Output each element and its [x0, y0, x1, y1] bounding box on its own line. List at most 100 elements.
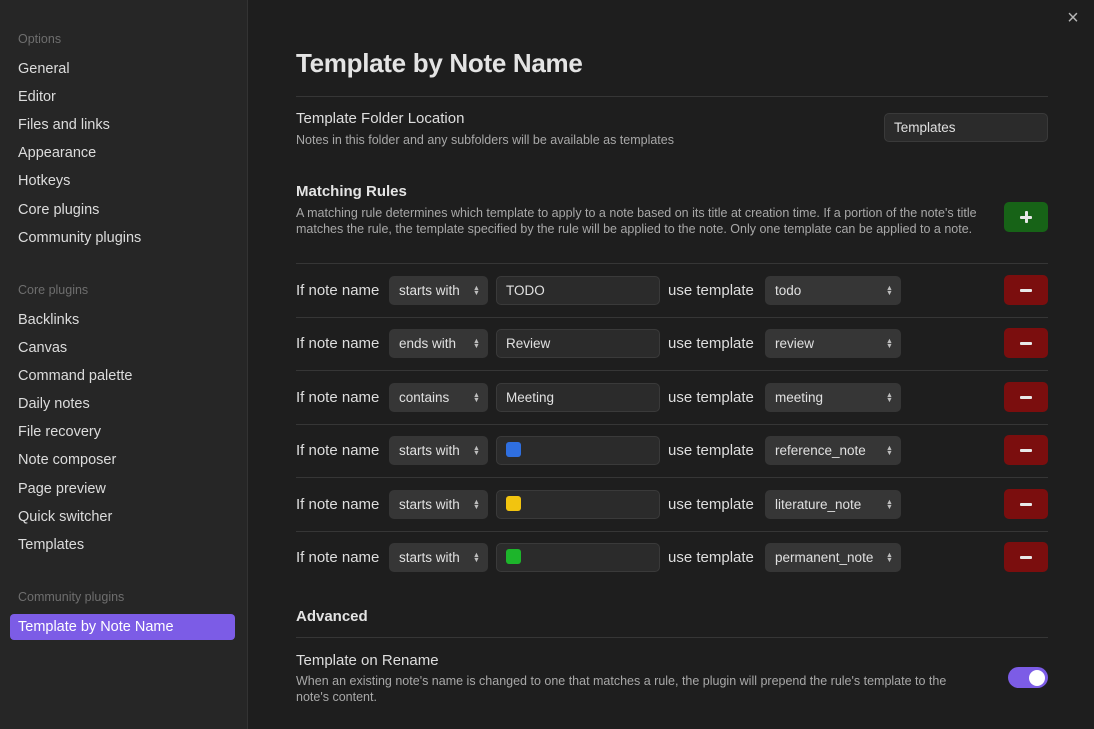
template-select[interactable]: todo ▲ ▼ — [765, 276, 901, 305]
rule-value-input[interactable] — [496, 543, 660, 572]
rule-value-input[interactable]: Review — [496, 329, 660, 358]
delete-rule-button[interactable] — [1004, 542, 1048, 572]
if-note-name-label: If note name — [296, 389, 380, 406]
template-select[interactable]: reference_note ▲ ▼ — [765, 436, 901, 465]
sidebar-section-options: Options — [18, 32, 62, 46]
rule-value-input[interactable] — [496, 436, 660, 465]
sidebar-item-templates[interactable]: Templates — [10, 532, 235, 558]
template-select[interactable]: meeting ▲ ▼ — [765, 383, 901, 412]
divider — [296, 424, 1048, 425]
divider — [296, 637, 1048, 638]
chevron-updown-icon: ▲ ▼ — [885, 390, 894, 404]
template-select[interactable]: review ▲ ▼ — [765, 329, 901, 358]
rule-value-input[interactable]: TODO — [496, 276, 660, 305]
rule-value-text: Meeting — [506, 390, 555, 405]
match-type-select[interactable]: starts with ▲ ▼ — [389, 436, 488, 465]
close-icon[interactable]: × — [1062, 7, 1084, 29]
plus-icon — [1020, 211, 1032, 223]
template-select[interactable]: permanent_note ▲ ▼ — [765, 543, 901, 572]
sidebar-item-community-plugins[interactable]: Community plugins — [10, 225, 235, 251]
divider — [296, 96, 1048, 97]
chevron-updown-icon: ▲ ▼ — [472, 443, 481, 457]
chevron-updown-icon: ▲ ▼ — [472, 550, 481, 564]
sidebar-item-core-plugins[interactable]: Core plugins — [10, 197, 235, 223]
sidebar-item-appearance[interactable]: Appearance — [10, 140, 235, 166]
delete-rule-button[interactable] — [1004, 435, 1048, 465]
sidebar-section-community-plugins: Community plugins — [18, 590, 125, 604]
minus-icon — [1020, 341, 1032, 345]
match-type-value: starts with — [399, 283, 460, 298]
chevron-updown-icon: ▲ ▼ — [885, 336, 894, 350]
sidebar-item-daily-notes[interactable]: Daily notes — [10, 391, 235, 417]
template-value: reference_note — [775, 443, 866, 458]
sidebar-item-file-recovery[interactable]: File recovery — [10, 419, 235, 445]
divider — [296, 370, 1048, 371]
if-note-name-label: If note name — [296, 549, 380, 566]
divider — [296, 477, 1048, 478]
divider — [296, 531, 1048, 532]
advanced-title: Advanced — [296, 608, 368, 625]
match-type-value: starts with — [399, 550, 460, 565]
sidebar-section-core-plugins: Core plugins — [18, 283, 89, 297]
delete-rule-button[interactable] — [1004, 382, 1048, 412]
template-select[interactable]: literature_note ▲ ▼ — [765, 490, 901, 519]
settings-sidebar: Options General Editor Files and links A… — [0, 0, 248, 729]
match-type-value: starts with — [399, 443, 460, 458]
sidebar-item-hotkeys[interactable]: Hotkeys — [10, 168, 235, 194]
sidebar-item-files-and-links[interactable]: Files and links — [10, 112, 235, 138]
minus-icon — [1020, 288, 1032, 292]
match-type-select[interactable]: starts with ▲ ▼ — [389, 276, 488, 305]
template-folder-input[interactable] — [884, 113, 1048, 142]
template-value: permanent_note — [775, 550, 874, 565]
use-template-label: use template — [668, 282, 754, 299]
sidebar-item-note-composer[interactable]: Note composer — [10, 447, 235, 473]
sidebar-item-template-by-note-name[interactable]: Template by Note Name — [10, 614, 235, 640]
template-value: literature_note — [775, 497, 862, 512]
chevron-updown-icon: ▲ ▼ — [472, 336, 481, 350]
sidebar-item-backlinks[interactable]: Backlinks — [10, 307, 235, 333]
delete-rule-button[interactable] — [1004, 489, 1048, 519]
match-type-select[interactable]: ends with ▲ ▼ — [389, 329, 488, 358]
template-value: todo — [775, 283, 802, 298]
match-type-select[interactable]: starts with ▲ ▼ — [389, 543, 488, 572]
matching-rules-desc: A matching rule determines which templat… — [296, 206, 977, 236]
use-template-label: use template — [668, 442, 754, 459]
chevron-updown-icon: ▲ ▼ — [885, 497, 894, 511]
delete-rule-button[interactable] — [1004, 328, 1048, 358]
sidebar-item-quick-switcher[interactable]: Quick switcher — [10, 504, 235, 530]
divider — [296, 317, 1048, 318]
if-note-name-label: If note name — [296, 282, 380, 299]
chevron-updown-icon: ▲ ▼ — [472, 390, 481, 404]
match-type-value: ends with — [399, 336, 457, 351]
match-type-select[interactable]: starts with ▲ ▼ — [389, 490, 488, 519]
use-template-label: use template — [668, 335, 754, 352]
rename-setting-name: Template on Rename — [296, 652, 439, 669]
divider — [296, 263, 1048, 264]
add-rule-button[interactable] — [1004, 202, 1048, 232]
sidebar-item-canvas[interactable]: Canvas — [10, 335, 235, 361]
rule-value-text: Review — [506, 336, 551, 351]
minus-icon — [1020, 555, 1032, 559]
settings-content: × Template by Note Name Template Folder … — [249, 0, 1094, 729]
folder-setting-desc: Notes in this folder and any subfolders … — [296, 133, 674, 147]
minus-icon — [1020, 395, 1032, 399]
match-type-select[interactable]: contains ▲ ▼ — [389, 383, 488, 412]
if-note-name-label: If note name — [296, 442, 380, 459]
chevron-updown-icon: ▲ ▼ — [472, 283, 481, 297]
chevron-updown-icon: ▲ ▼ — [885, 550, 894, 564]
toggle-knob — [1029, 669, 1045, 686]
sidebar-item-page-preview[interactable]: Page preview — [10, 476, 235, 502]
sidebar-item-command-palette[interactable]: Command palette — [10, 363, 235, 389]
use-template-label: use template — [668, 549, 754, 566]
sidebar-item-general[interactable]: General — [10, 56, 235, 82]
rule-value-input[interactable]: Meeting — [496, 383, 660, 412]
template-on-rename-toggle[interactable] — [1008, 667, 1048, 688]
match-type-value: contains — [399, 390, 450, 405]
minus-icon — [1020, 448, 1032, 452]
match-type-value: starts with — [399, 497, 460, 512]
delete-rule-button[interactable] — [1004, 275, 1048, 305]
chevron-updown-icon: ▲ ▼ — [472, 497, 481, 511]
if-note-name-label: If note name — [296, 335, 380, 352]
rule-value-input[interactable] — [496, 490, 660, 519]
sidebar-item-editor[interactable]: Editor — [10, 84, 235, 110]
